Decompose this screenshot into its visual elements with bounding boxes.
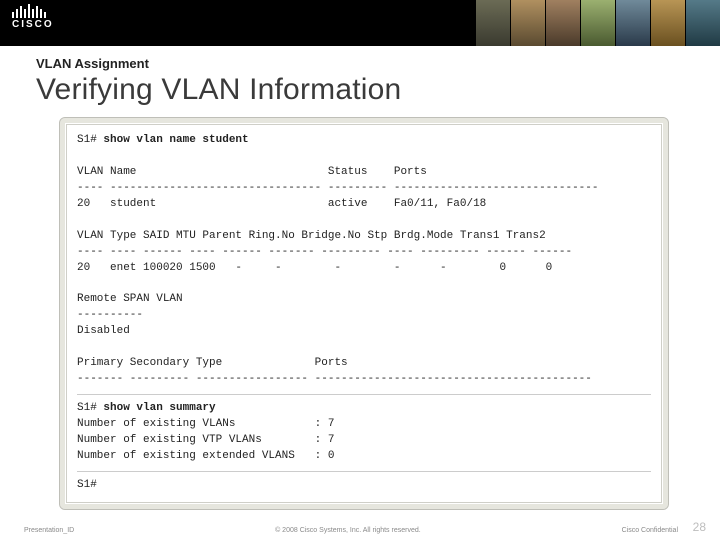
summary-line-3: Number of existing extended VLANS : 0 <box>77 450 334 462</box>
table-header-1: VLAN Name Status Ports <box>77 166 427 178</box>
page-number: 28 <box>693 520 706 534</box>
cisco-logo: CISCO <box>12 4 54 30</box>
terminal-panel: S1# show vlan name student VLAN Name Sta… <box>59 117 669 510</box>
terminal-output: S1# show vlan name student VLAN Name Sta… <box>66 124 662 503</box>
summary-line-2: Number of existing VTP VLANs : 7 <box>77 434 334 446</box>
table-header-3: Primary Secondary Type Ports <box>77 357 348 369</box>
header-bar: CISCO <box>0 0 720 46</box>
table-header-2: VLAN Type SAID MTU Parent Ring.No Bridge… <box>77 230 546 242</box>
disabled-label: Disabled <box>77 325 130 337</box>
logo-bars-icon <box>12 4 54 18</box>
header-photos <box>475 0 720 46</box>
footer-left: Presentation_ID <box>24 527 74 534</box>
table-rule-2: ---- ---- ------ ---- ------ ------- ---… <box>77 246 572 258</box>
rspan-rule: ---------- <box>77 309 143 321</box>
command-1: show vlan name student <box>103 134 248 146</box>
command-2: show vlan summary <box>103 402 215 414</box>
table-rule-1: ---- -------------------------------- --… <box>77 182 599 194</box>
rspan-label: Remote SPAN VLAN <box>77 293 183 305</box>
prompt-line-2: S1# show vlan summary <box>77 402 216 414</box>
table-row-1: 20 student active Fa0/11, Fa0/18 <box>77 198 486 210</box>
prompt-line: S1# show vlan name student <box>77 134 249 146</box>
slide-content: VLAN Assignment Verifying VLAN Informati… <box>0 46 720 510</box>
slide-title: Verifying VLAN Information <box>36 73 692 107</box>
table-row-2: 20 enet 100020 1500 - - - - - 0 0 <box>77 262 552 274</box>
prompt-line-3: S1# <box>77 479 97 491</box>
separator <box>77 394 651 395</box>
table-rule-3: ------- --------- ----------------- ----… <box>77 373 592 385</box>
footer: Presentation_ID © 2008 Cisco Systems, In… <box>0 527 720 534</box>
summary-line-1: Number of existing VLANs : 7 <box>77 418 334 430</box>
brand-text: CISCO <box>12 19 54 30</box>
separator <box>77 471 651 472</box>
footer-center: © 2008 Cisco Systems, Inc. All rights re… <box>74 527 621 534</box>
slide-kicker: VLAN Assignment <box>36 56 692 71</box>
footer-right: Cisco Confidential <box>622 527 678 534</box>
